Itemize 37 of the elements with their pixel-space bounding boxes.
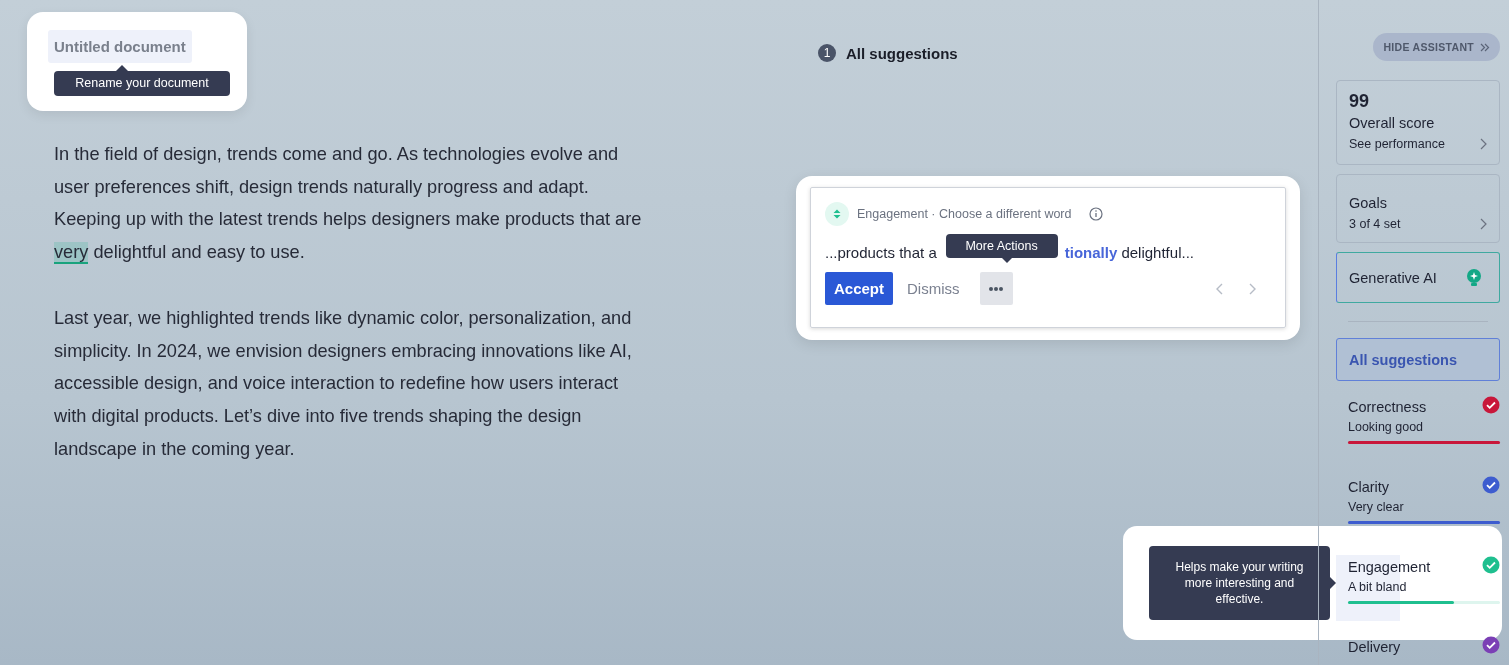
generative-ai-button[interactable]: Generative AI: [1336, 252, 1500, 303]
suggestions-heading: All suggestions: [846, 44, 958, 62]
suggestion-category: Engagement · Choose a different word: [857, 207, 1072, 221]
engagement-tooltip: Helps make your writing more interesting and effective.: [1149, 546, 1336, 620]
suggestion-snippet: ...products that a: [825, 244, 937, 261]
category-item[interactable]: Clarity Very clear: [1336, 475, 1500, 541]
score-label: Overall score: [1349, 115, 1436, 131]
goals-card[interactable]: Goals 3 of 4 set: [1336, 174, 1500, 243]
category-item[interactable]: Correctness Looking good: [1336, 395, 1500, 461]
more-actions-tooltip: More Actions: [945, 234, 1058, 263]
score-card[interactable]: 99 Overall score See performance: [1336, 80, 1500, 165]
more-icon: [988, 285, 1005, 292]
document-title[interactable]: Untitled document: [48, 30, 192, 63]
tooltip-pointer-icon: [116, 65, 128, 71]
double-chevron-icon: [1480, 42, 1490, 52]
rename-tooltip: Rename your document: [54, 65, 230, 96]
goals-status: 3 of 4 set: [1349, 217, 1401, 231]
chevron-right-icon: [1479, 138, 1487, 150]
paragraph: Last year, we highlighted trends like dynamic color, personalization, and simplicity. In 2024, we envision designers embracing innovations like AI, accessible design, and voice interaction to redefine how users interact with digital products. Let’s dive into five trends shaping the design landscape in the coming year.: [54, 306, 633, 461]
accept-button[interactable]: Accept: [825, 272, 894, 305]
info-icon[interactable]: [1089, 207, 1104, 221]
chevron-right-icon: [1479, 218, 1487, 230]
engagement-icon: [825, 202, 849, 226]
tooltip-pointer-icon: [1330, 577, 1336, 589]
tooltip-pointer-icon: [1001, 258, 1012, 263]
category-item[interactable]: Delivery: [1336, 635, 1500, 665]
lightbulb-icon: [1466, 267, 1482, 288]
suggestion-snippet: tionally delightful...: [1064, 244, 1194, 261]
goals-label: Goals: [1349, 195, 1388, 211]
more-actions-button[interactable]: [979, 272, 1013, 305]
score-value: 99: [1349, 91, 1371, 112]
dismiss-button[interactable]: Dismiss: [901, 279, 966, 298]
paragraph: In the field of design, trends come and go. As technologies evolve and user preferences shift, design trends naturally progress and adapt. Keeping up with the latest trends helps designers make products that are very delightful and easy to use.: [54, 143, 643, 267]
category-item[interactable]: Engagement A bit bland: [1336, 555, 1500, 621]
performance-link[interactable]: See performance: [1349, 137, 1445, 151]
all-suggestions-tab[interactable]: All suggestions: [1336, 338, 1500, 381]
suggestion-count: 1: [818, 44, 836, 62]
